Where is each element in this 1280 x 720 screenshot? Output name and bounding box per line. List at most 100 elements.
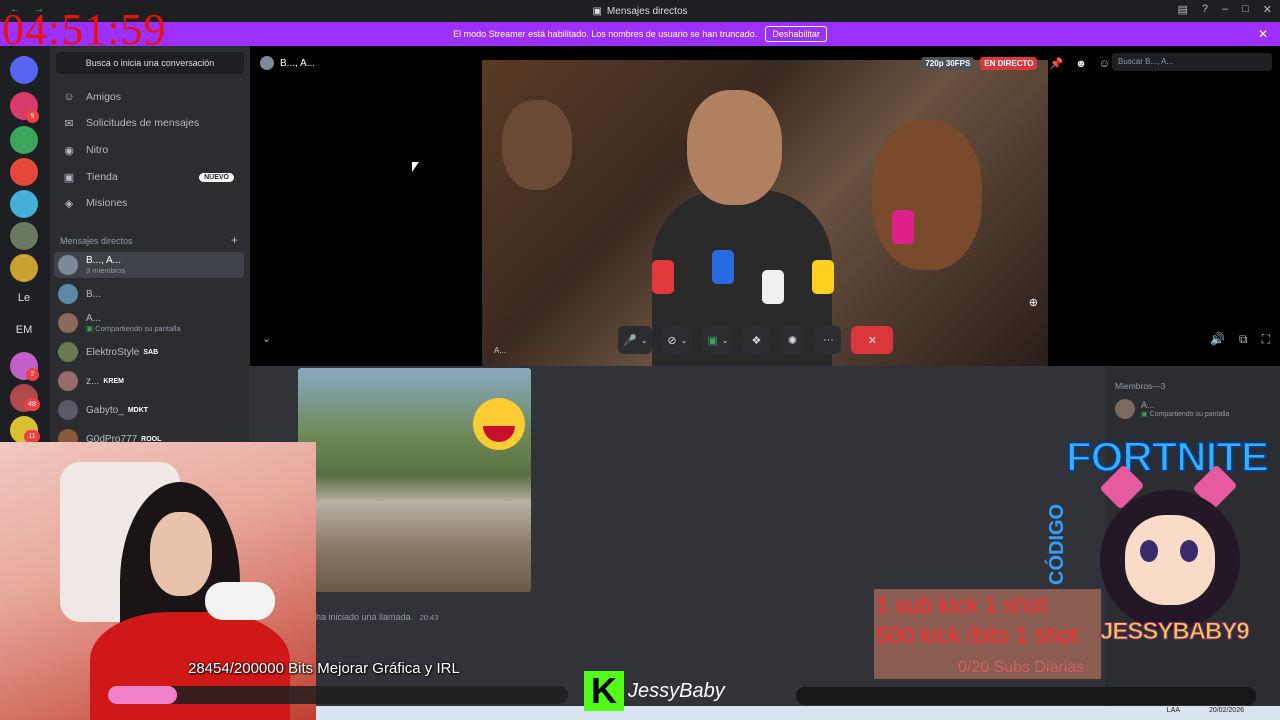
window-title: Mensajes directos [606,5,688,17]
plus-icon[interactable]: + [231,233,238,247]
unread-badge: 9 [26,110,39,123]
clan-tag: MDKT [127,406,149,414]
server-icon[interactable] [10,222,38,250]
window-controls: ▤ ? – □ ✕ [1177,3,1272,16]
screen-share-video[interactable]: A... ⊕ [482,60,1048,366]
nav-message-requests[interactable]: ✉ Solicitudes de mensajes [56,110,244,136]
avatar [260,56,274,70]
dm-item[interactable]: Gabyto_ MDKT [54,397,244,423]
member-status: ▣ Compartiendo su pantalla [1141,411,1230,418]
nav-shop[interactable]: ▣ Tienda NUEVO [56,164,244,190]
dm-item[interactable]: B... [54,281,244,307]
activities-button[interactable]: ❖ [743,326,770,354]
avatar [58,313,78,333]
unread-badge: 48 [24,398,40,411]
nav-quests[interactable]: ◈ Misiones [56,190,244,216]
hangup-icon: ✕ [867,334,878,347]
volume-icon[interactable]: 🔊 [1210,332,1225,347]
dm-name: ElektroStyle [86,346,140,358]
shop-icon: ▣ [63,172,75,184]
popout-icon[interactable]: ⧉ [1239,332,1248,347]
server-icon[interactable] [10,254,38,282]
press-microphone [812,260,834,294]
members-icon[interactable]: ☺ [1099,58,1110,70]
server-text-icon[interactable]: EM [10,324,38,336]
call-header: B..., A... [260,56,315,70]
chat-image-attachment[interactable] [298,368,531,592]
minimize-button[interactable]: – [1222,3,1228,16]
nav-nitro[interactable]: ◉ Nitro [56,137,244,163]
sub-goal-line: 1 sub kick 1 shot [876,592,1048,618]
streamer-face [150,512,212,596]
pin-icon[interactable]: 📌 [1049,57,1063,70]
more-button[interactable]: ··· [815,326,842,354]
avatar [1115,399,1135,419]
chevron-down-icon: ⌄ [721,335,729,345]
chibi-avatar [1095,464,1245,630]
dm-item[interactable]: A... ▣ Compartiendo su pantalla [54,310,244,336]
call-search[interactable]: Buscar B..., A... [1112,53,1272,71]
soundboard-button[interactable]: ✺ [779,326,806,354]
mail-icon: ✉ [64,118,74,130]
maximize-button[interactable]: □ [1242,3,1249,16]
chevron-down-icon[interactable]: ⌄ [262,332,271,345]
bits-progress-bar [108,686,568,704]
help-icon[interactable]: ? [1202,3,1208,16]
dm-item[interactable]: B..., A... 3 miembros [54,252,244,278]
zoom-icon[interactable]: ⊕ [1029,296,1038,309]
dm-name: Gabyto_ [86,404,124,416]
dm-name: A... [86,313,102,324]
language-indicator: LAA [1166,707,1180,714]
avatar [58,284,78,304]
taskbar-date: 20/02/2026 [1208,707,1244,714]
fullscreen-icon[interactable]: ⛶ [1262,332,1270,347]
call-title: B..., A... [280,57,316,69]
dm-item[interactable]: z... KREM [54,368,244,394]
member-item[interactable]: A... ▣ Compartiendo su pantalla [1115,399,1229,419]
call-controls: 🎤 ⌄ ⊘ ⌄ ▣ ⌄ ❖ ✺ ··· ✕ [618,326,894,354]
soundboard-icon: ✺ [787,334,798,347]
avatar [58,342,78,362]
nav-friends[interactable]: ☺ Amigos [56,84,244,110]
dm-item[interactable]: ElektroStyle SAB [54,339,244,365]
quality-badge: 720p 30FPS [921,57,975,70]
server-icon[interactable] [10,158,38,186]
inbox-icon[interactable]: ▤ [1177,3,1187,16]
home-server-icon[interactable] [10,56,38,84]
leave-call-button[interactable]: ✕ [851,326,894,354]
nav-label: Solicitudes de mensajes [86,117,200,129]
server-icon[interactable] [10,126,38,154]
chevron-down-icon: ⌄ [640,335,648,345]
system-message: ha iniciado una llamada. 20:43 [316,612,438,622]
server-icon[interactable] [10,190,38,218]
member-name: A... [1141,400,1155,410]
conversation-search[interactable]: Busca o inicia una conversación [56,52,244,74]
unread-badge: 2 [26,368,39,381]
close-icon[interactable]: ✕ [1258,27,1268,41]
camera-button[interactable]: ⊘ ⌄ [662,326,693,354]
dm-subtext: ▣ Compartiendo su pantalla [86,324,181,333]
promo-code: JESSYBABY9 [1100,618,1251,646]
disable-button[interactable]: Deshabilitar [765,26,827,42]
sub-counter: 0/20 Subs Diarias [958,659,1085,676]
nav-label: Tienda [86,171,118,183]
kick-logo-icon: K [584,671,624,711]
mic-button[interactable]: 🎤 ⌄ [618,326,653,354]
add-member-icon[interactable]: ☻ [1075,58,1087,70]
bits-goal-text: 28454/200000 Bits Mejorar Gráfica y IRL [188,660,460,677]
clan-tag: SAB [143,348,159,356]
screen-share-button[interactable]: ▣ ⌄ [702,326,734,354]
chibi-face [1125,515,1215,605]
dm-name: B... [86,288,102,300]
server-text-icon[interactable]: Le [10,292,38,304]
view-controls: 🔊 ⧉ ⛶ [1210,332,1270,347]
more-icon: ··· [822,334,834,346]
call-started-text: ha iniciado una llamada. [316,612,414,622]
camera-off-icon: ⊘ [667,334,677,347]
chibi-eye [1140,540,1158,562]
overlay-bar [796,687,1256,705]
dm-name: z... [86,375,100,387]
mouse-cursor-icon [412,162,419,172]
close-button[interactable]: ✕ [1263,3,1272,16]
friends-icon: ☺ [63,91,75,103]
